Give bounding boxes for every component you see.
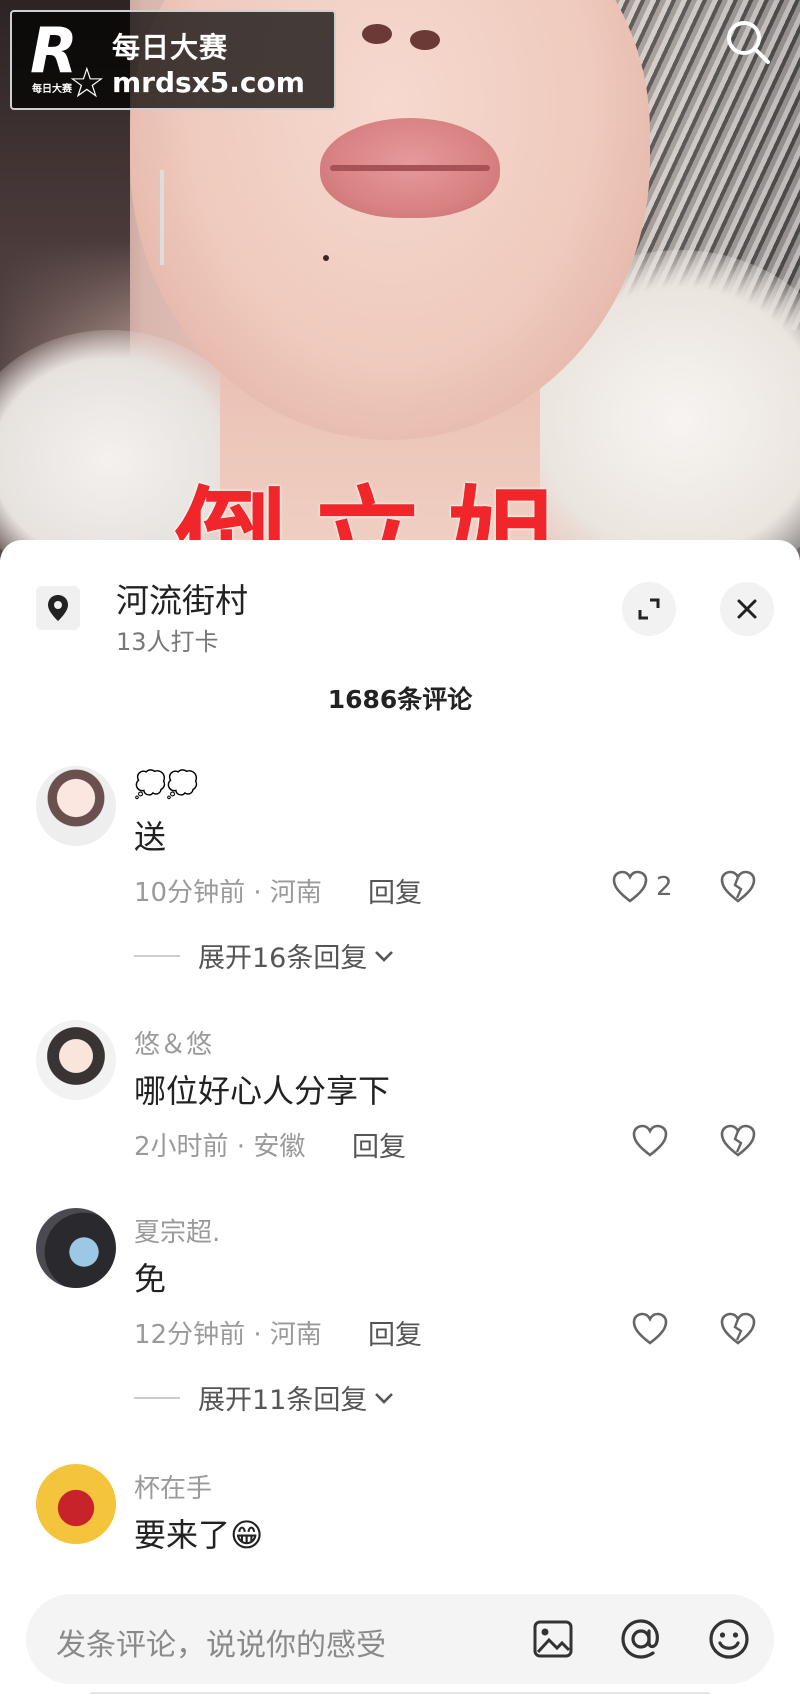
reply-button[interactable]: 回复 [368, 871, 422, 910]
nostril-right [410, 30, 440, 50]
mention-button[interactable] [616, 1614, 666, 1664]
chevron-down-icon [375, 950, 394, 962]
comment-author[interactable]: 悠＆悠 [134, 1024, 212, 1061]
location-checkins: 13人打卡 [116, 628, 219, 656]
like-button[interactable]: 2 [612, 870, 673, 904]
like-button[interactable] [632, 1124, 668, 1158]
comments-count: 1686条评论 [327, 685, 473, 714]
image-icon [533, 1620, 573, 1658]
comment-input-placeholder: 发条评论，说说你的感受 [56, 1628, 386, 1663]
comment-text: 免 [134, 1260, 167, 1298]
watermark: R ☆ 每日大赛 每日大赛 mrdsx5.com [10, 10, 336, 110]
heart-icon [612, 870, 648, 903]
search-button[interactable] [720, 14, 776, 70]
lip-line [330, 165, 490, 171]
bottom-strip [90, 1692, 710, 1703]
avatar[interactable] [36, 766, 116, 846]
at-icon [621, 1619, 659, 1659]
broken-heart-icon [720, 870, 756, 903]
expand-replies-label: 展开16条回复 [198, 943, 368, 974]
broken-heart-icon [720, 1124, 756, 1157]
comment-input[interactable]: 发条评论，说说你的感受 [26, 1594, 774, 1684]
comment-sheet: 河流街村 13人打卡 1686条评论 💭💭 送 10分钟前 · 河南 回复 2 [0, 540, 800, 1703]
image-button[interactable] [528, 1614, 578, 1664]
avatar[interactable] [36, 1208, 116, 1288]
comment-text: 哪位好心人分享下 [134, 1072, 391, 1110]
heart-icon [632, 1124, 668, 1157]
comment-author[interactable]: 杯在手 [134, 1468, 212, 1505]
close-icon [737, 599, 757, 619]
divider [134, 1396, 180, 1399]
expand-replies-label: 展开11条回复 [198, 1385, 368, 1416]
location-name[interactable]: 河流街村 [116, 574, 248, 622]
close-button[interactable] [720, 582, 774, 636]
dislike-button[interactable] [720, 870, 756, 908]
comment-text: 送 [134, 818, 167, 856]
comment-author[interactable]: 夏宗超. [134, 1212, 220, 1249]
dislike-button[interactable] [720, 1312, 756, 1350]
comment-text: 要来了😁 [134, 1516, 264, 1554]
avatar[interactable] [36, 1020, 116, 1100]
comment-meta: 12分钟前 · 河南 [134, 1320, 322, 1350]
watermark-url: mrdsx5.com [112, 66, 305, 99]
mole [323, 255, 329, 261]
comment-meta: 2小时前 · 安徽 [134, 1132, 306, 1162]
search-icon [727, 21, 770, 64]
expand-button[interactable] [622, 582, 676, 636]
chevron-down-icon [375, 1392, 394, 1404]
emoji-button[interactable] [704, 1614, 754, 1664]
expand-icon [638, 598, 660, 620]
emoji-icon [709, 1619, 749, 1659]
reply-button[interactable]: 回复 [352, 1125, 406, 1164]
expand-replies-button[interactable]: 展开11条回复 [134, 1378, 395, 1417]
watermark-logo: R ☆ 每日大赛 [30, 14, 110, 107]
divider [134, 954, 180, 957]
video-background[interactable]: 倒立姐 R ☆ 每日大赛 每日大赛 mrdsx5.com [0, 0, 800, 560]
earring [160, 170, 164, 265]
nostril-left [362, 24, 392, 44]
broken-heart-icon [720, 1312, 756, 1345]
watermark-title: 每日大赛 [112, 31, 229, 64]
dislike-button[interactable] [720, 1124, 756, 1162]
like-button[interactable] [632, 1312, 668, 1346]
watermark-logo-mini: 每日大赛 [32, 84, 72, 95]
comment-author[interactable]: 💭💭 [134, 770, 199, 800]
reply-button[interactable]: 回复 [368, 1313, 422, 1352]
like-count: 2 [656, 872, 673, 902]
comment-meta: 10分钟前 · 河南 [134, 878, 322, 908]
location-pin-icon [36, 586, 80, 630]
star-icon: ☆ [68, 58, 106, 107]
avatar[interactable] [36, 1464, 116, 1544]
heart-icon [632, 1312, 668, 1345]
expand-replies-button[interactable]: 展开16条回复 [134, 936, 395, 975]
